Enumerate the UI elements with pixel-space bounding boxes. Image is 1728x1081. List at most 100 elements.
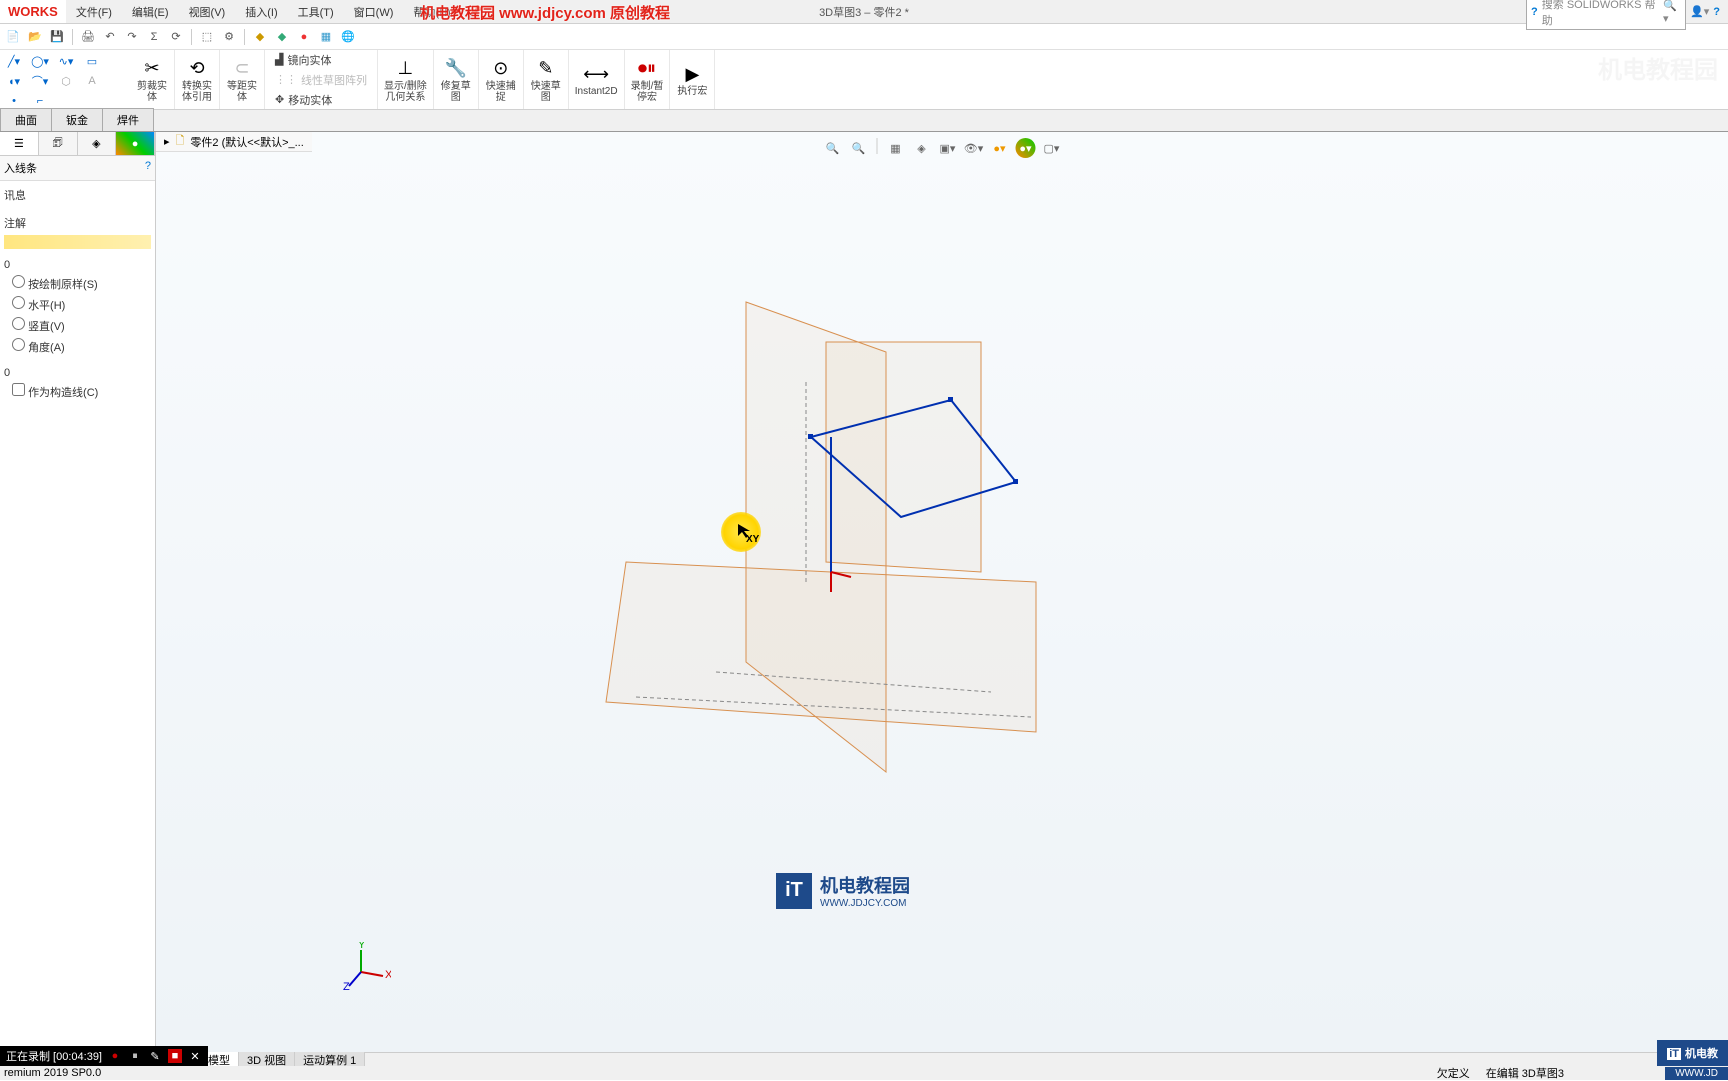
record-macro-icon[interactable]: ⏺⏸ [631, 57, 663, 81]
search-placeholder: 搜索 SOLIDWORKS 帮助 [1542, 0, 1659, 28]
cursor-arrow-icon [736, 522, 756, 542]
save-icon[interactable]: 💾 [48, 28, 66, 46]
appearance-tab[interactable]: ● [116, 132, 155, 155]
annotation-label: 注解 [4, 213, 151, 233]
tool-icon-4[interactable]: ▦ [317, 28, 335, 46]
banner-text: 机电教程园 www.jdjcy.com 原创教程 [420, 2, 670, 23]
trim-icon[interactable]: ✂ [136, 57, 168, 81]
highlighted-row[interactable] [4, 235, 151, 249]
tool-icon-3[interactable]: ● [295, 28, 313, 46]
rec-close-icon[interactable]: ✕ [188, 1049, 202, 1063]
view-settings-icon[interactable]: ▢▾ [1042, 138, 1062, 158]
property-manager: ☰ 🗊 ◈ ● 入线条 ? 讯息 注解 0 按绘制原样(S) 水平(H) 竖直(… [0, 132, 156, 1052]
new-icon[interactable]: 📄 [4, 28, 22, 46]
quick-toolbar: 📄 📂 💾 🖨 ↶ ↷ Σ ⟳ ⬚ ⚙ ◆ ◆ ● ▦ 🌐 ⊥ ▢ ▢ ▢ ▢ … [0, 24, 1728, 50]
arc-tool-icon[interactable]: ⌒▾ [28, 72, 52, 90]
menu-file[interactable]: 文件(F) [66, 4, 122, 20]
repair-icon[interactable]: 🔧 [440, 57, 472, 81]
option-construction[interactable]: 作为构造线(C) [4, 381, 151, 402]
svg-text:X: X [385, 969, 391, 981]
search-input[interactable]: ?搜索 SOLIDWORKS 帮助🔍▾ [1526, 0, 1686, 30]
zoom-area-icon[interactable]: 🔍 [849, 138, 869, 158]
tip-label: 讯息 [4, 185, 151, 205]
rec-pause2-icon[interactable]: ⏸ [128, 1049, 142, 1063]
watermark-logo-icon: iT [776, 873, 812, 909]
menu-window[interactable]: 窗口(W) [344, 4, 404, 20]
move-button[interactable]: ✥移动实体 [271, 91, 371, 109]
menu-tools[interactable]: 工具(T) [288, 4, 344, 20]
tool-icon-2[interactable]: ◆ [273, 28, 291, 46]
bottom-right-url: WWW.JD [1665, 1067, 1728, 1080]
help-button[interactable]: ? [1713, 6, 1720, 18]
breadcrumb: ▸ 🗋 零件2 (默认<<默认>_... [156, 132, 312, 152]
breadcrumb-part[interactable]: 零件2 (默认<<默认>_... [190, 134, 303, 150]
display-style-icon[interactable]: ▣▾ [938, 138, 958, 158]
help-icon: ? [1531, 6, 1538, 18]
linear-pattern-button: ⋮⋮线性草图阵列 [271, 71, 371, 89]
feature-tree-tab[interactable]: ☰ [0, 132, 39, 155]
config-tab[interactable]: ◈ [78, 132, 117, 155]
text-tool-icon[interactable]: A [80, 72, 104, 90]
3d-viewport[interactable]: 🔍 🔍 ▦ ◈ ▣▾ 👁▾ ●▾ ●▾ ▢▾ [156, 132, 1728, 1052]
sketch-tools-group: ╱▾ ◯▾ ∿▾ ▭ ◖▾ ⌒▾ ⬡ A • ⌐ [0, 50, 130, 109]
line-tool-icon[interactable]: ╱▾ [2, 52, 26, 70]
breadcrumb-expand-icon[interactable]: ▸ [164, 135, 170, 148]
menu-view[interactable]: 视图(V) [179, 4, 236, 20]
rec-edit-icon[interactable]: ✎ [148, 1049, 162, 1063]
heads-up-toolbar: 🔍 🔍 ▦ ◈ ▣▾ 👁▾ ●▾ ●▾ ▢▾ [823, 138, 1062, 158]
rebuild-icon[interactable]: ⟳ [167, 28, 185, 46]
view-orient-icon[interactable]: ◈ [912, 138, 932, 158]
redo-icon[interactable]: ↷ [123, 28, 141, 46]
tool-icon-5[interactable]: 🌐 [339, 28, 357, 46]
instant2d-icon[interactable]: ⟷ [580, 62, 612, 86]
slot-tool-icon[interactable]: ◖▾ [2, 72, 26, 90]
pattern-icon: ⋮⋮ [275, 73, 297, 86]
rect-tool-icon[interactable]: ▭ [80, 52, 104, 70]
top-right-watermark: 机电教程园 [1598, 50, 1718, 85]
option-angle[interactable]: 角度(A) [4, 336, 151, 357]
option-vertical[interactable]: 竖直(V) [4, 315, 151, 336]
property-tab[interactable]: 🗊 [39, 132, 78, 155]
run-macro-icon[interactable]: ▶ [676, 62, 708, 86]
orientation-triad[interactable]: Y X Z [341, 942, 391, 992]
rec-pause-icon[interactable]: ● [108, 1049, 122, 1063]
open-icon[interactable]: 📂 [26, 28, 44, 46]
menu-insert[interactable]: 插入(I) [235, 4, 287, 20]
trim-label: 剪裁实 体 [137, 81, 167, 103]
convert-icon[interactable]: ⟲ [181, 57, 213, 81]
mirror-button[interactable]: ▟镜向实体 [271, 51, 371, 69]
appearance-icon[interactable]: ●▾ [990, 138, 1010, 158]
circle-tool-icon[interactable]: ◯▾ [28, 52, 52, 70]
zoom-fit-icon[interactable]: 🔍 [823, 138, 843, 158]
snap-icon[interactable]: ⊙ [485, 57, 517, 81]
user-icon[interactable]: 👤▾ [1690, 5, 1709, 18]
rec-stop-icon[interactable]: ■ [168, 1049, 182, 1063]
tab-weldment[interactable]: 焊件 [102, 108, 154, 131]
tool-icon-1[interactable]: ◆ [251, 28, 269, 46]
recording-bar: 正在录制 [00:04:39] ● ⏸ ✎ ■ ✕ [0, 1046, 208, 1066]
feature-tabs: 曲面 钣金 焊件 [0, 110, 1728, 132]
select-icon[interactable]: ⬚ [198, 28, 216, 46]
panel-help-icon[interactable]: ? [145, 160, 151, 176]
hide-show-icon[interactable]: 👁▾ [964, 138, 984, 158]
spline-tool-icon[interactable]: ∿▾ [54, 52, 78, 70]
undo-icon[interactable]: ↶ [101, 28, 119, 46]
relations-icon[interactable]: ⊥ [389, 57, 421, 81]
tab-sheetmetal[interactable]: 钣金 [51, 108, 103, 131]
option-as-sketched[interactable]: 按绘制原样(S) [4, 273, 151, 294]
scene-icon[interactable]: ●▾ [1016, 138, 1036, 158]
sigma-icon[interactable]: Σ [145, 28, 163, 46]
offset-icon: ⊂ [226, 57, 258, 81]
menu-bar: WORKS 文件(F) 编辑(E) 视图(V) 插入(I) 工具(T) 窗口(W… [0, 0, 1728, 24]
app-logo: WORKS [0, 0, 66, 23]
rapid-sketch-icon[interactable]: ✎ [530, 57, 562, 81]
option-horizontal[interactable]: 水平(H) [4, 294, 151, 315]
options-icon[interactable]: ⚙ [220, 28, 238, 46]
print-icon[interactable]: 🖨 [79, 28, 97, 46]
section-icon[interactable]: ▦ [886, 138, 906, 158]
bottom-right-watermark: iT机电教 [1657, 1040, 1728, 1066]
menu-edit[interactable]: 编辑(E) [122, 4, 179, 20]
tab-surface[interactable]: 曲面 [0, 108, 52, 131]
status-editing: 在编辑 3D草图3 [1486, 1065, 1564, 1081]
polygon-tool-icon[interactable]: ⬡ [54, 72, 78, 90]
